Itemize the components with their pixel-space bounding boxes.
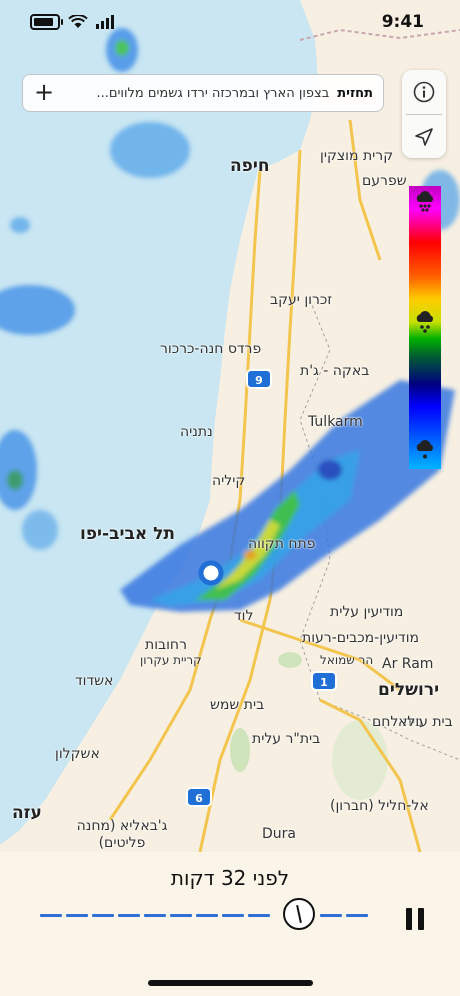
- svg-text:6: 6: [195, 792, 203, 805]
- timeline-frame[interactable]: [66, 914, 88, 917]
- timeline-frame[interactable]: [346, 914, 368, 917]
- forecast-body: בצפון הארץ ובמרכזה ירדו גשמים מלווים...: [96, 85, 330, 101]
- place-label: הר שמואל: [320, 653, 374, 667]
- status-icons: [30, 14, 116, 30]
- svg-text:1: 1: [320, 676, 328, 689]
- place-label: פתח תקווה: [248, 536, 316, 552]
- timeline-frame[interactable]: [196, 914, 218, 917]
- info-icon: [413, 81, 435, 103]
- location-arrow-icon: [415, 128, 433, 146]
- place-label: קרית מוצקין: [320, 148, 394, 164]
- expand-plus-icon[interactable]: +: [33, 78, 55, 106]
- pause-button[interactable]: [406, 908, 426, 930]
- timeline-time-label: לפני 32 דקות: [170, 866, 290, 890]
- heavy-rain-icon: [416, 191, 433, 212]
- battery-icon: [30, 14, 63, 30]
- svg-text:9: 9: [255, 374, 263, 387]
- place-label: תל אביב-יפו: [80, 524, 176, 544]
- rain-icon: [416, 311, 433, 333]
- forecast-title: תחזית: [337, 85, 373, 101]
- timeline-scrubber-clock-icon[interactable]: [283, 898, 315, 930]
- place-label: זכרון יעקב: [270, 292, 333, 308]
- place-label: חיפה: [230, 156, 270, 176]
- place-label: בית"ר עלית: [252, 731, 321, 747]
- place-label: בית עולא: [398, 714, 453, 730]
- timeline-panel: לפני 32 דקות: [0, 852, 460, 996]
- wifi-icon: [68, 15, 88, 28]
- timeline-frame[interactable]: [320, 914, 342, 917]
- current-location-dot[interactable]: [198, 560, 224, 586]
- precipitation-legend: [409, 186, 441, 469]
- place-label: ג'באליא (מחנה פליטים): [76, 818, 168, 851]
- forecast-banner[interactable]: תחזית בצפון הארץ ובמרכזה ירדו גשמים מלוו…: [22, 74, 384, 112]
- pause-icon: [406, 908, 412, 930]
- place-label: Tulkarm: [308, 414, 363, 430]
- locate-me-button[interactable]: [402, 115, 446, 159]
- status-bar: 9:41: [0, 0, 460, 44]
- place-label: רחובות: [145, 637, 187, 653]
- place-label: מודיעין עלית: [330, 604, 404, 620]
- highway-shield-1: 1: [311, 671, 337, 691]
- place-label: שפרעם: [362, 173, 407, 189]
- place-label: לוד: [234, 608, 254, 624]
- place-label: אשקלון: [55, 746, 100, 762]
- place-label: קיליה: [212, 473, 246, 489]
- timeline-frame[interactable]: [92, 914, 114, 917]
- timeline-frame[interactable]: [222, 914, 244, 917]
- place-label: Dura: [262, 826, 296, 842]
- place-label: אל-חליל (חברון): [330, 798, 429, 814]
- place-label: בית שמש: [210, 697, 265, 713]
- green-area: [230, 728, 250, 772]
- green-area: [332, 720, 388, 800]
- place-label: פרדס חנה-כרכור: [160, 341, 262, 357]
- status-time: 9:41: [381, 12, 424, 32]
- home-indicator[interactable]: [148, 980, 313, 986]
- timeline-frame[interactable]: [248, 914, 270, 917]
- place-label: אשדוד: [75, 673, 114, 689]
- place-label: נתניה: [180, 424, 213, 440]
- green-area: [278, 652, 302, 668]
- place-label: עזה: [12, 803, 42, 823]
- place-label: Ar Ram: [382, 656, 434, 672]
- place-label: מודיעין-מכבים-רעות: [302, 630, 420, 646]
- cellular-signal-icon: [96, 15, 114, 29]
- place-label: ירושלים: [378, 680, 440, 700]
- info-button[interactable]: [402, 70, 446, 114]
- highway-shield-9: 9: [246, 369, 272, 389]
- place-label: באקה - ג'ת: [300, 363, 370, 379]
- place-label: קריית עקרון: [140, 653, 202, 667]
- drizzle-icon: [416, 440, 433, 459]
- timeline-frame[interactable]: [40, 914, 62, 917]
- map-controls: [402, 70, 446, 158]
- timeline-frame[interactable]: [144, 914, 166, 917]
- timeline-frame[interactable]: [170, 914, 192, 917]
- timeline-frame[interactable]: [118, 914, 140, 917]
- highway-shield-6: 6: [186, 787, 212, 807]
